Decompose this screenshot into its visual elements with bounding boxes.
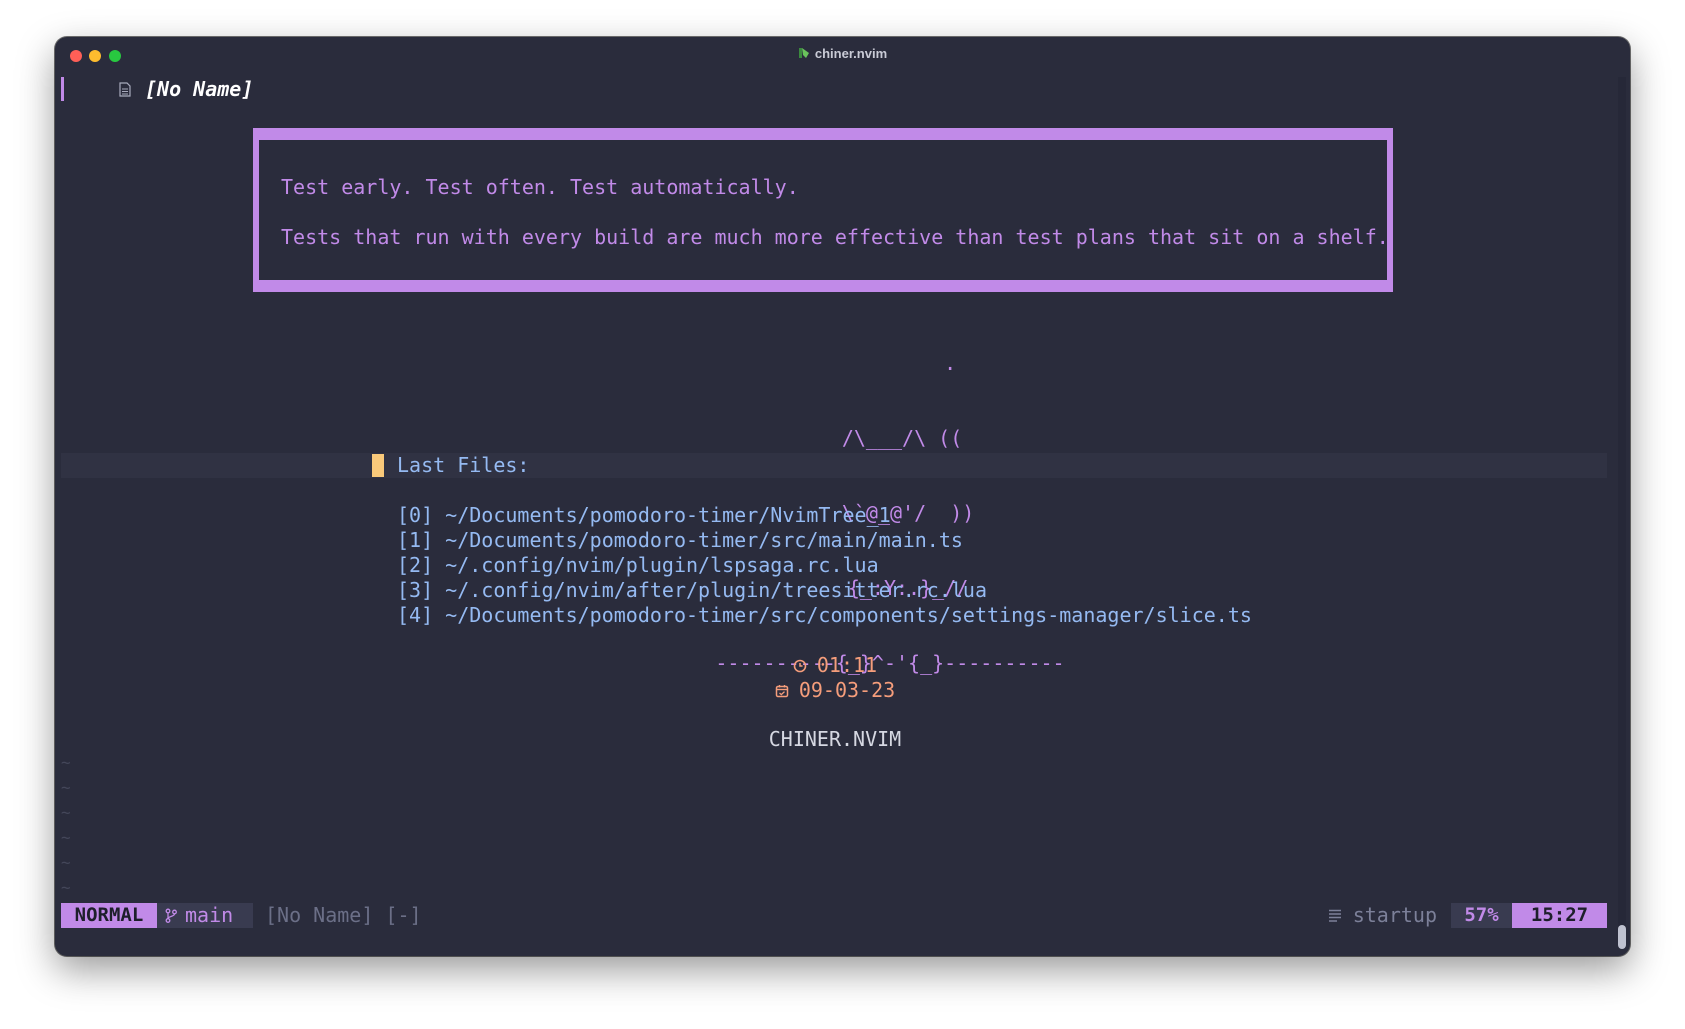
empty-line-marker: ~: [61, 828, 71, 847]
quote-line-1: Test early. Test often. Test automatical…: [281, 175, 799, 199]
date-value: 09-03-23: [798, 678, 896, 702]
empty-line-marker: ~: [61, 853, 71, 872]
recent-file-item[interactable]: [0] ~/Documents/pomodoro-timer/NvimTree_…: [397, 503, 1252, 528]
ascii-art-line: /\___/\ ((: [817, 426, 963, 450]
clock-icon: [793, 659, 807, 673]
scroll-percent: 57%: [1451, 903, 1512, 928]
buffer-tab[interactable]: [No Name]: [145, 77, 253, 101]
status-line: NORMAL main [No Name] [-] startup 57% 15…: [61, 903, 1607, 928]
neovim-icon: [798, 48, 809, 58]
empty-line-marker: ~: [61, 803, 71, 822]
git-branch-name: main: [185, 903, 234, 927]
ascii-art-line: .: [823, 351, 957, 375]
window-title: chiner.nvim: [814, 46, 888, 61]
terminal-window: chiner.nvim [No Name] Test early. Test o…: [55, 37, 1630, 956]
git-branch-icon: [165, 908, 177, 923]
scrollbar-track[interactable]: [1618, 77, 1626, 947]
tab-indicator: [61, 77, 64, 101]
status-file-name: [No Name] [-]: [265, 903, 422, 927]
recent-files-list: [0] ~/Documents/pomodoro-timer/NvimTree_…: [397, 503, 1252, 628]
text-cursor: [372, 454, 384, 477]
calendar-icon: [775, 685, 789, 698]
git-branch: main: [157, 903, 253, 928]
last-files-label: Last Files:: [397, 453, 530, 477]
recent-file-item[interactable]: [3] ~/.config/nvim/after/plugin/treesitt…: [397, 578, 1252, 603]
filetype-label: startup: [1352, 903, 1437, 927]
statusline-clock: 15:27: [1512, 903, 1607, 928]
mode-indicator: NORMAL: [61, 903, 157, 928]
recent-file-item[interactable]: [2] ~/.config/nvim/plugin/lspsaga.rc.lua: [397, 553, 1252, 578]
time-row: 01:11: [55, 653, 1615, 678]
title-bar[interactable]: chiner.nvim: [55, 37, 1630, 71]
empty-line-marker: ~: [61, 778, 71, 797]
date-row: 09-03-23: [55, 678, 1615, 703]
quote-line-2: Tests that run with every build are much…: [281, 225, 1389, 249]
quote-box: Test early. Test often. Test automatical…: [253, 128, 1393, 292]
empty-line-marker: ~: [61, 878, 71, 897]
empty-line-marker: ~: [61, 753, 71, 772]
recent-file-item[interactable]: [1] ~/Documents/pomodoro-timer/src/main/…: [397, 528, 1252, 553]
window-title-bar: chiner.nvim: [55, 46, 1630, 61]
time-value: 01:11: [816, 653, 878, 677]
file-icon: [119, 82, 131, 97]
lines-icon: [1329, 909, 1341, 922]
cursor-line: [61, 453, 1607, 478]
dashboard-footer: CHINER.NVIM: [768, 727, 902, 751]
recent-file-item[interactable]: [4] ~/Documents/pomodoro-timer/src/compo…: [397, 603, 1252, 628]
scrollbar-thumb[interactable]: [1618, 925, 1626, 949]
